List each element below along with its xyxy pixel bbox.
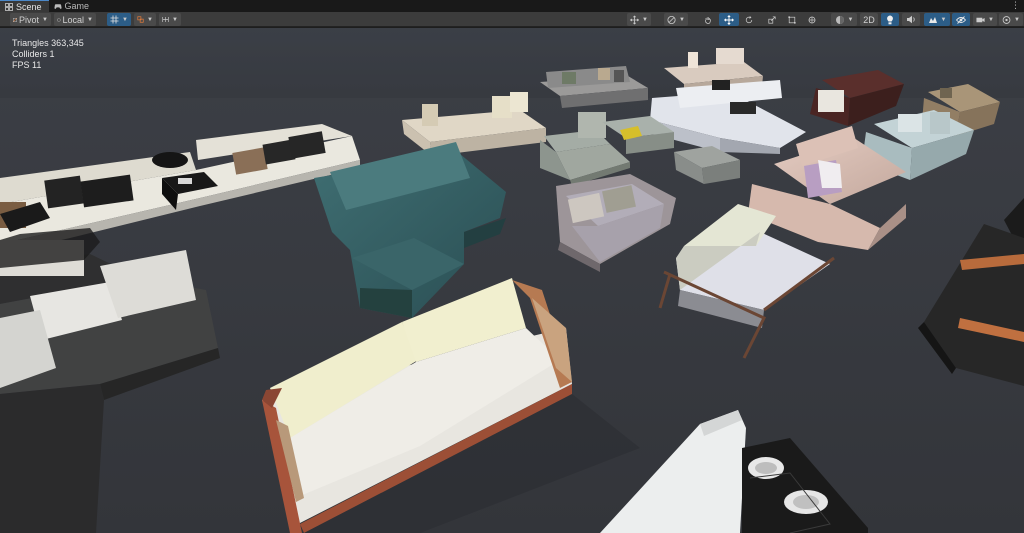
hand-tool-button[interactable] xyxy=(701,13,715,26)
move-gizmo-button[interactable] xyxy=(719,13,739,26)
scene-render xyxy=(0,28,1024,533)
local-label: Local xyxy=(62,14,85,25)
lighting-icon xyxy=(887,15,893,24)
rotate-tool-icon xyxy=(745,15,753,23)
shading-mode-icon xyxy=(835,15,844,24)
increment-snap-icon xyxy=(162,17,169,22)
scale-tool-button[interactable] xyxy=(765,13,779,26)
audio-toggle[interactable] xyxy=(902,13,920,26)
more-options-icon[interactable]: ⋮ xyxy=(1011,0,1020,11)
scene-stats-overlay: Triangles 363,345 Colliders 1 FPS 11 xyxy=(12,38,84,71)
mode-2d-toggle[interactable]: 2D xyxy=(860,13,878,26)
rotate-tool-button[interactable] xyxy=(742,13,756,26)
fps-readout: FPS 11 xyxy=(12,60,42,70)
tab-scene[interactable]: Scene xyxy=(0,0,49,12)
scene-grid-icon xyxy=(5,2,13,11)
snap-toggle[interactable]: ▼ xyxy=(134,13,156,26)
scale-tool-icon xyxy=(768,15,776,24)
effects-icon xyxy=(928,16,937,23)
grid-toggle[interactable]: ▼ xyxy=(107,13,131,26)
view-options-dropdown[interactable]: ▼ xyxy=(664,13,688,26)
camera-dropdown[interactable]: ▼ xyxy=(973,13,997,26)
effects-dropdown[interactable]: ▼ xyxy=(924,13,950,26)
tab-scene-label: Scene xyxy=(16,1,42,12)
view-tool-icon xyxy=(667,15,676,24)
tab-game-label: Game xyxy=(64,1,90,11)
rect-tool-icon xyxy=(788,15,796,24)
move-tool-icon xyxy=(630,15,639,24)
hidden-objects-icon xyxy=(956,15,966,24)
rect-tool-button[interactable] xyxy=(785,13,799,26)
gizmos-dropdown[interactable]: ▼ xyxy=(999,13,1023,26)
pivot-dropdown[interactable]: Pivot ▼ xyxy=(10,13,51,26)
shading-mode-dropdown[interactable]: ▼ xyxy=(831,13,857,26)
move-gizmo-icon xyxy=(724,14,734,25)
local-cube-icon xyxy=(57,17,61,22)
pivot-icon xyxy=(13,17,17,22)
grid-icon xyxy=(110,15,119,24)
colliders-count: Colliders 1 xyxy=(12,49,55,59)
increment-snap-toggle[interactable]: ▼ xyxy=(159,13,181,26)
tab-game[interactable]: Game xyxy=(49,0,97,12)
mode-2d-label: 2D xyxy=(863,14,875,25)
lighting-toggle[interactable] xyxy=(881,13,899,26)
transform-tool-icon xyxy=(808,16,816,23)
hidden-objects-toggle[interactable] xyxy=(952,13,970,26)
gamepad-icon xyxy=(53,2,62,10)
transform-tool-button[interactable] xyxy=(805,13,819,26)
scene-viewport[interactable]: Triangles 363,345 Colliders 1 FPS 11 xyxy=(0,28,1024,533)
audio-icon xyxy=(907,15,915,24)
scene-toolbar: Pivot ▼ Local ▼ ▼ ▼ ▼ ▼ ▼ ▼ 2D ▼ ▼ ▼ xyxy=(0,12,1024,27)
tab-bar: Scene Game ⋮ xyxy=(0,0,1024,12)
gizmos-icon xyxy=(1002,15,1011,24)
move-tool-dropdown[interactable]: ▼ xyxy=(627,13,651,26)
pivot-label: Pivot xyxy=(19,14,40,25)
local-dropdown[interactable]: Local ▼ xyxy=(54,13,96,26)
snap-icon xyxy=(137,16,144,23)
triangles-count: Triangles 363,345 xyxy=(12,38,84,48)
camera-icon xyxy=(976,17,985,22)
hand-tool-icon xyxy=(705,16,711,24)
